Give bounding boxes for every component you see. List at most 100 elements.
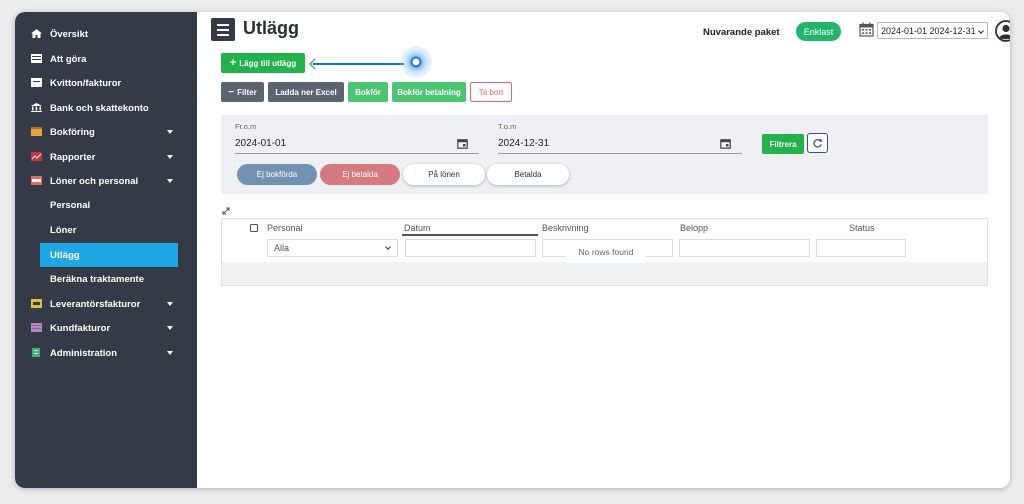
list-icon (31, 54, 42, 63)
bokfor-button[interactable]: Bokför (348, 82, 388, 102)
to-date-input[interactable]: 2024-12-31 (498, 138, 549, 149)
customer-invoice-icon (31, 323, 42, 332)
sidebar-item-label: Beräkna traktamente (50, 273, 144, 285)
sidebar-subitem-traktamente[interactable]: Beräkna traktamente (40, 267, 178, 291)
table-footer (222, 262, 987, 285)
menu-toggle-button[interactable] (211, 18, 235, 41)
chevron-down-icon (167, 179, 173, 183)
empty-message: No rows found (566, 241, 646, 263)
date-range-select[interactable]: 2024-01-01 2024-12-31 (877, 22, 988, 39)
sidebar-item-label: Kvitton/fakturor (50, 77, 122, 89)
chip-betalda[interactable]: Betalda (487, 164, 569, 185)
filter-label: Filter (237, 87, 257, 97)
chevron-down-icon (978, 28, 984, 34)
chevron-down-icon (167, 326, 173, 330)
sidebar-item-label: Leverantörsfakturor (50, 298, 141, 310)
belopp-filter-input[interactable] (679, 239, 810, 257)
chart-icon (31, 152, 42, 161)
add-expense-label: Lägg till utlägg (239, 58, 297, 68)
sidebar-item-label: Rapporter (50, 151, 96, 163)
chevron-down-icon (167, 302, 173, 306)
callout-arrow-head (309, 57, 321, 70)
select-all-checkbox[interactable] (250, 224, 258, 232)
sidebar-item-administration[interactable]: Administration (15, 341, 197, 365)
receipt-icon (31, 78, 42, 87)
sidebar-item-kundfakturor[interactable]: Kundfakturor (15, 316, 197, 340)
sidebar-item-att-gora[interactable]: Att göra (15, 47, 197, 71)
calendar-icon[interactable] (457, 138, 468, 149)
invoice-icon (31, 299, 42, 308)
date-range-value: 2024-01-01 2024-12-31 (881, 25, 976, 36)
sidebar-item-kvitton[interactable]: Kvitton/fakturor (15, 71, 197, 95)
calendar-icon (859, 22, 874, 37)
menu-icon (217, 24, 229, 26)
menu-icon (217, 34, 229, 36)
column-header-personal[interactable]: Personal (267, 223, 303, 233)
chip-ej-bokforda[interactable]: Ej bokförda (237, 164, 317, 185)
chevron-down-icon (167, 155, 173, 159)
sidebar-item-bank[interactable]: Bank och skattekonto (15, 96, 197, 120)
apply-filter-button[interactable]: Filtrera (762, 134, 804, 154)
sidebar-item-label: Personal (50, 199, 91, 211)
status-filter-input[interactable] (816, 239, 906, 257)
datum-filter-input[interactable] (405, 239, 536, 257)
filter-button[interactable]: − Filter (221, 82, 264, 102)
from-date-label: Fr.o.m (235, 122, 257, 131)
package-badge[interactable]: Enklast (796, 22, 841, 41)
sidebar-item-label: Översikt (50, 28, 89, 40)
personal-filter-value: Alla (274, 243, 290, 253)
home-icon (31, 29, 42, 38)
delete-button[interactable]: Ta bort (470, 82, 512, 102)
column-header-status[interactable]: Status (849, 223, 875, 233)
refresh-icon (813, 138, 823, 148)
sidebar-item-label: Löner och personal (50, 175, 139, 187)
add-expense-button[interactable]: + Lägg till utlägg (221, 53, 305, 73)
sidebar-item-loner-personal[interactable]: Löner och personal (15, 169, 197, 193)
sidebar-item-oversikt[interactable]: Översikt (15, 22, 197, 46)
download-excel-button[interactable]: Ladda ner Excel (268, 82, 344, 102)
admin-icon (32, 348, 40, 357)
sidebar-item-label: Att göra (50, 53, 87, 65)
chevron-down-icon (385, 244, 391, 250)
package-label: Nuvarande paket (703, 27, 780, 38)
column-header-beskrivning[interactable]: Beskrivning (542, 223, 589, 233)
menu-icon (217, 29, 229, 31)
sidebar-subitem-loner[interactable]: Löner (40, 218, 178, 242)
sidebar-item-label: Bank och skattekonto (50, 102, 149, 114)
book-icon (31, 127, 42, 136)
chip-pa-lonen[interactable]: På lönen (403, 164, 485, 185)
minus-icon: − (228, 86, 235, 98)
from-date-underline (235, 153, 479, 154)
user-avatar-icon[interactable] (995, 20, 1010, 42)
sidebar-item-leverantorsfakturor[interactable]: Leverantörsfakturor (15, 292, 197, 316)
sidebar-item-bokforing[interactable]: Bokföring (15, 120, 197, 144)
chip-ej-betalda[interactable]: Ej betalda (320, 164, 400, 185)
sidebar: Översikt Att göra Kvitton/fakturor Bank … (15, 12, 197, 488)
plus-icon: + (229, 57, 237, 69)
column-header-belopp[interactable]: Belopp (680, 223, 708, 233)
from-date-input[interactable]: 2024-01-01 (235, 138, 286, 149)
chevron-down-icon (167, 130, 173, 134)
expand-icon[interactable] (222, 207, 230, 215)
personal-filter-select[interactable]: Alla (267, 239, 398, 257)
sidebar-item-label: Administration (50, 347, 118, 359)
click-highlight-marker (400, 46, 432, 78)
main-content: Utlägg Nuvarande paket Enklast 2024-01-0… (197, 12, 1010, 488)
sidebar-item-label: Utlägg (50, 249, 80, 261)
sidebar-item-rapporter[interactable]: Rapporter (15, 145, 197, 169)
app-window: Översikt Att göra Kvitton/fakturor Bank … (15, 12, 1010, 488)
expenses-table: Personal Datum Beskrivning Belopp Status… (221, 218, 988, 286)
sidebar-item-label: Löner (50, 224, 77, 236)
sidebar-subitem-utlagg[interactable]: Utlägg (40, 243, 178, 267)
sidebar-item-label: Bokföring (50, 126, 95, 138)
sidebar-subitem-personal[interactable]: Personal (40, 193, 178, 217)
chevron-down-icon (167, 351, 173, 355)
to-date-label: T.o.m (498, 122, 517, 131)
bokfor-betalning-button[interactable]: Bokför betalning (392, 82, 466, 102)
page-title: Utlägg (243, 18, 299, 38)
column-header-datum[interactable]: Datum (404, 223, 431, 233)
bank-icon (31, 103, 42, 112)
sort-indicator (402, 234, 538, 236)
refresh-button[interactable] (807, 133, 828, 153)
calendar-icon[interactable] (720, 138, 731, 149)
